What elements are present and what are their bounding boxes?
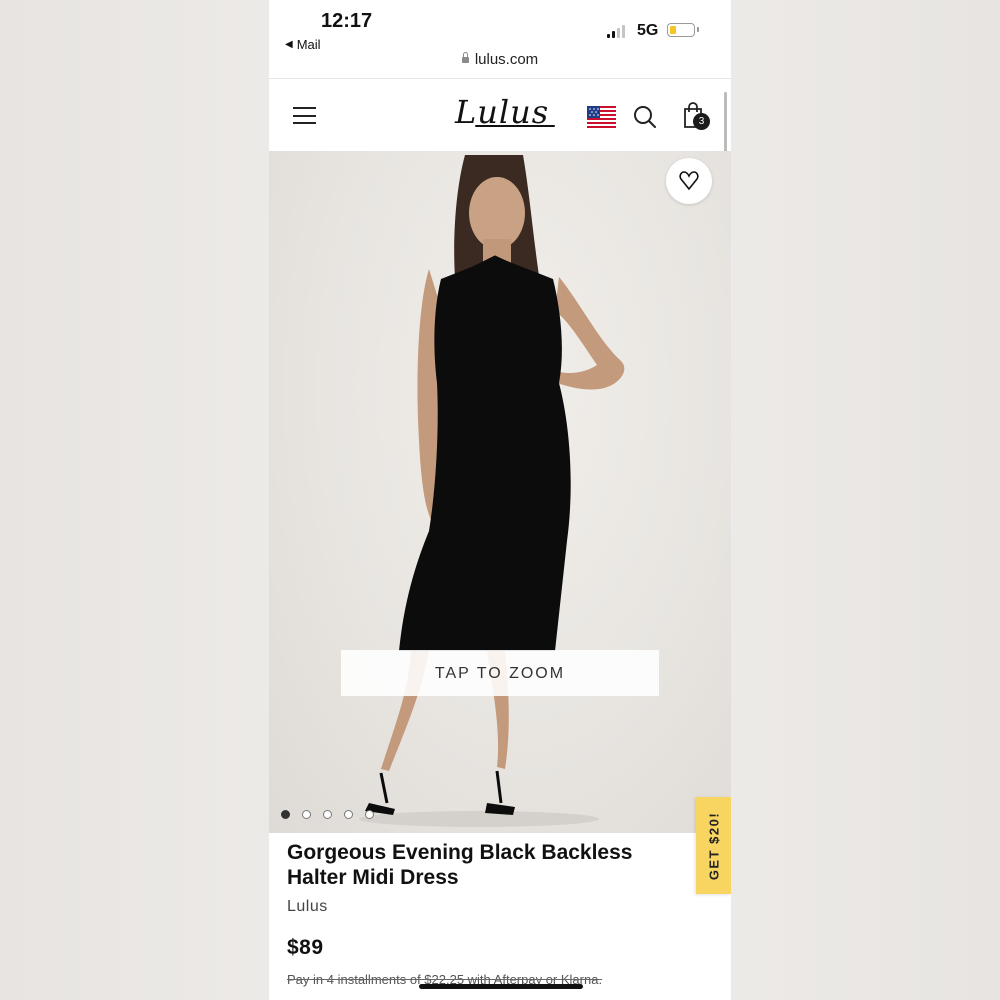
carousel-dot[interactable] [302, 810, 311, 819]
carousel-dot[interactable] [281, 810, 290, 819]
address-bar[interactable]: lulus.com [269, 51, 731, 68]
signal-strength-icon [607, 25, 625, 38]
promo-label: GET $20! [706, 811, 721, 880]
wishlist-heart-button[interactable] [666, 158, 712, 204]
menu-icon[interactable] [293, 107, 316, 124]
back-to-mail-link[interactable]: ◀ Mail [285, 37, 321, 52]
cart-count-badge: 3 [693, 113, 710, 130]
get-20-promo-tab[interactable]: GET $20! [696, 797, 731, 894]
status-time: 12:17 [321, 10, 373, 32]
product-brand[interactable]: Lulus [287, 898, 328, 916]
carousel-dot[interactable] [365, 810, 374, 819]
us-flag-icon[interactable] [587, 106, 616, 128]
back-app-label: Mail [296, 37, 321, 52]
tap-to-zoom-button[interactable]: TAP TO ZOOM [341, 650, 659, 696]
heart-icon [679, 171, 699, 191]
site-logo[interactable]: Lulus [455, 93, 556, 131]
home-indicator[interactable] [419, 984, 583, 989]
product-image[interactable]: TAP TO ZOOM [269, 151, 731, 833]
search-icon[interactable] [633, 105, 657, 129]
phone-screen: 12:17 ◀ Mail 5G lulus.com Lulus 3 TAP TO… [269, 0, 731, 1000]
network-type: 5G [637, 22, 659, 39]
product-photo [359, 155, 625, 827]
product-title: Gorgeous Evening Black Backless Halter M… [287, 841, 633, 889]
lock-icon [461, 52, 469, 63]
carousel-dot[interactable] [323, 810, 332, 819]
site-header: Lulus 3 [269, 79, 731, 151]
carousel-dot[interactable] [344, 810, 353, 819]
back-arrow-icon: ◀ [285, 39, 293, 50]
battery-icon [667, 23, 699, 37]
image-carousel-dots [281, 810, 374, 819]
product-price: $89 [287, 936, 324, 959]
url-text: lulus.com [474, 51, 539, 68]
